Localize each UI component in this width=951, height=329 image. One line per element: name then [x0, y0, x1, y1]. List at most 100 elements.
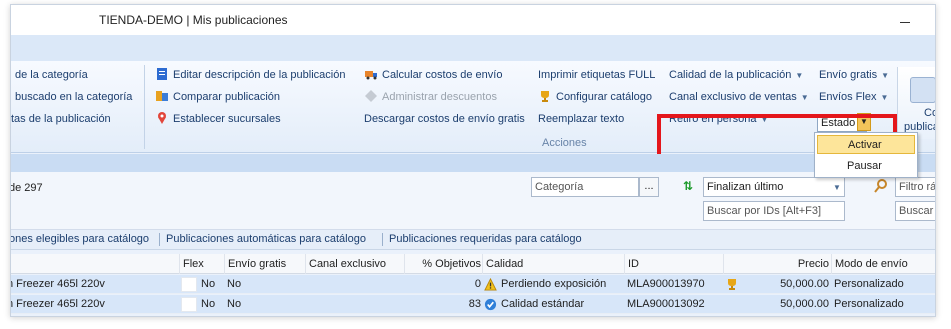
ribbon-item-label: Reemplazar texto: [538, 113, 625, 125]
discount-icon: [365, 90, 377, 102]
cell-objetivos: 83: [468, 298, 481, 310]
catalog-icon: [910, 77, 935, 103]
checkbox[interactable]: [181, 297, 197, 312]
ribbon-large-button[interactable]: Co publica: [897, 67, 935, 139]
caret-down-icon: ▼: [800, 93, 809, 102]
tab-separator: [382, 233, 383, 246]
caret-down-icon: ▼: [881, 71, 890, 80]
estado-dropdown-arrow-icon[interactable]: ▼: [857, 113, 871, 131]
ribbon-item-label: Envío gratis: [819, 69, 878, 81]
quick-filter-input[interactable]: Filtro ráp: [895, 177, 935, 197]
caret-down-icon: ▼: [760, 115, 769, 124]
category-input[interactable]: Categoría: [531, 177, 639, 197]
table-row[interactable]: n Freezer 465l 220v No No 0 Perdiendo ex…: [11, 275, 935, 294]
location-pin-icon: [158, 112, 166, 124]
exclusive-channel-dropdown[interactable]: Canal exclusivo de ventas ▼: [669, 89, 809, 105]
estado-label: Estado: [821, 117, 856, 129]
tab-automaticas-catalogo[interactable]: Publicaciones automáticas para catálogo: [166, 233, 366, 245]
cell-calidad: Perdiendo exposición: [501, 278, 607, 290]
col-header-precio[interactable]: Precio: [723, 254, 833, 274]
flex-shipping-dropdown[interactable]: Envíos Flex ▼: [819, 89, 888, 105]
ribbon-item-label: Calcular costos de envío: [382, 69, 503, 81]
manage-discounts-button[interactable]: Administrar descuentos: [364, 89, 497, 105]
ribbon-item-label: de la categoría: [15, 69, 88, 81]
col-header-modo-envio[interactable]: Modo de envío: [831, 254, 935, 274]
col-header-envio-gratis[interactable]: Envío gratis: [224, 254, 308, 274]
ribbon-item-label: tas de la publicación: [11, 113, 111, 125]
caret-down-icon: ▼: [880, 93, 889, 102]
ribbon-item-label: Retiro en persona: [669, 113, 757, 125]
cell-flex: No: [201, 298, 216, 310]
ribbon-item-label: Administrar descuentos: [382, 91, 497, 103]
sort-icon: ⇅: [683, 179, 694, 193]
print-labels-button[interactable]: Imprimir etiquetas FULL: [538, 67, 655, 83]
warning-icon: [484, 278, 497, 291]
col-header-objetivos[interactable]: % Objetivos: [404, 254, 484, 274]
ribbon-separator: [144, 65, 145, 149]
set-branches-button[interactable]: Establecer sucursales: [155, 111, 281, 127]
configure-catalog-button[interactable]: Configurar catálogo: [538, 89, 652, 105]
col-header-flex[interactable]: Flex: [179, 254, 221, 274]
record-count: de 297: [10, 182, 43, 194]
search-icon: [874, 179, 887, 193]
cell-calidad: Calidad estándar: [501, 298, 585, 310]
category-browse-button[interactable]: ...: [639, 177, 659, 197]
ribbon-item-publicacion[interactable]: tas de la publicación: [11, 111, 111, 127]
title-bar: TIENDA-DEMO | Mis publicaciones: [11, 5, 935, 35]
ribbon-item-label: Editar descripción de la publicación: [173, 69, 346, 81]
sort-select[interactable]: Finalizan último: [703, 177, 845, 197]
cell-title: n Freezer 465l 220v: [10, 278, 105, 290]
minimize-icon: [900, 22, 910, 23]
app-window: TIENDA-DEMO | Mis publicaciones de la ca…: [10, 4, 936, 317]
cell-modo-envio: Personalizado: [834, 278, 904, 290]
minimize-button[interactable]: [893, 9, 917, 29]
ribbon-item-label: Comparar publicación: [173, 91, 280, 103]
quality-dropdown[interactable]: Calidad de la publicación ▼: [669, 67, 803, 83]
checkbox[interactable]: [181, 277, 197, 292]
tab-requeridas-catalogo[interactable]: Publicaciones requeridas para catálogo: [389, 233, 582, 245]
compare-icon: [156, 91, 168, 101]
ribbon-group-label: Acciones: [542, 137, 587, 149]
menu-item-pausar[interactable]: Pausar: [817, 157, 915, 176]
ribbon-item-label: Descargar costos de envío gratis: [364, 113, 525, 125]
table-row[interactable]: n Freezer 465l 220v No No 83 Calidad est…: [11, 295, 935, 314]
ribbon-item-categoria[interactable]: de la categoría: [15, 67, 88, 83]
caret-down-icon: ▼: [795, 71, 804, 80]
estado-menu: Activar Pausar: [814, 132, 918, 178]
ribbon-item-label: buscado en la categoría: [15, 91, 133, 103]
cell-title: n Freezer 465l 220v: [10, 298, 105, 310]
calculate-shipping-button[interactable]: Calcular costos de envío: [364, 67, 502, 83]
cell-objetivos: 0: [474, 278, 481, 290]
window-title: TIENDA-DEMO | Mis publicaciones: [99, 13, 288, 27]
truck-icon: [365, 71, 377, 80]
ribbon-item-buscado-categoria[interactable]: buscado en la categoría: [15, 89, 132, 105]
ribbon-tab-strip: [11, 35, 935, 61]
filter-band: [11, 154, 935, 172]
free-shipping-dropdown[interactable]: Envío gratis ▼: [819, 67, 889, 83]
search-secondary-input[interactable]: Buscar S: [895, 201, 935, 221]
document-icon: [157, 68, 167, 80]
edit-description-button[interactable]: Editar descripción de la publicación: [155, 67, 345, 83]
col-header-calidad[interactable]: Calidad: [482, 254, 627, 274]
cell-id: MLA900013092: [627, 298, 705, 310]
ribbon-large-label: Co: [924, 107, 935, 119]
check-circle-icon: [484, 298, 497, 311]
search-ids-input[interactable]: Buscar por IDs [Alt+F3]: [703, 201, 845, 221]
replace-text-button[interactable]: Reemplazar texto: [538, 111, 624, 127]
download-free-shipping-button[interactable]: Descargar costos de envío gratis: [364, 111, 525, 127]
ribbon: de la categoría buscado en la categoría …: [11, 61, 935, 193]
cell-envio-gratis: No: [227, 298, 242, 310]
ribbon-item-label: Canal exclusivo de ventas: [669, 91, 797, 103]
tab-elegibles-catalogo[interactable]: ones elegibles para catálogo: [11, 233, 149, 245]
ribbon-item-label: Configurar catálogo: [556, 91, 653, 103]
compare-publication-button[interactable]: Comparar publicación: [155, 89, 280, 105]
cell-envio-gratis: No: [227, 278, 242, 290]
catalog-tabs: ones elegibles para catálogo Publicacion…: [11, 230, 935, 250]
pickup-dropdown[interactable]: Retiro en persona ▼: [669, 111, 768, 127]
cell-precio: 50,000.00: [780, 298, 829, 310]
col-header-canal-exclusivo[interactable]: Canal exclusivo: [305, 254, 405, 274]
grid-header: Flex Envío gratis Canal exclusivo % Obje…: [11, 254, 935, 274]
menu-item-activar[interactable]: Activar: [817, 135, 915, 154]
cell-precio: 50,000.00: [780, 278, 829, 290]
ribbon-item-label: Calidad de la publicación: [669, 69, 792, 81]
